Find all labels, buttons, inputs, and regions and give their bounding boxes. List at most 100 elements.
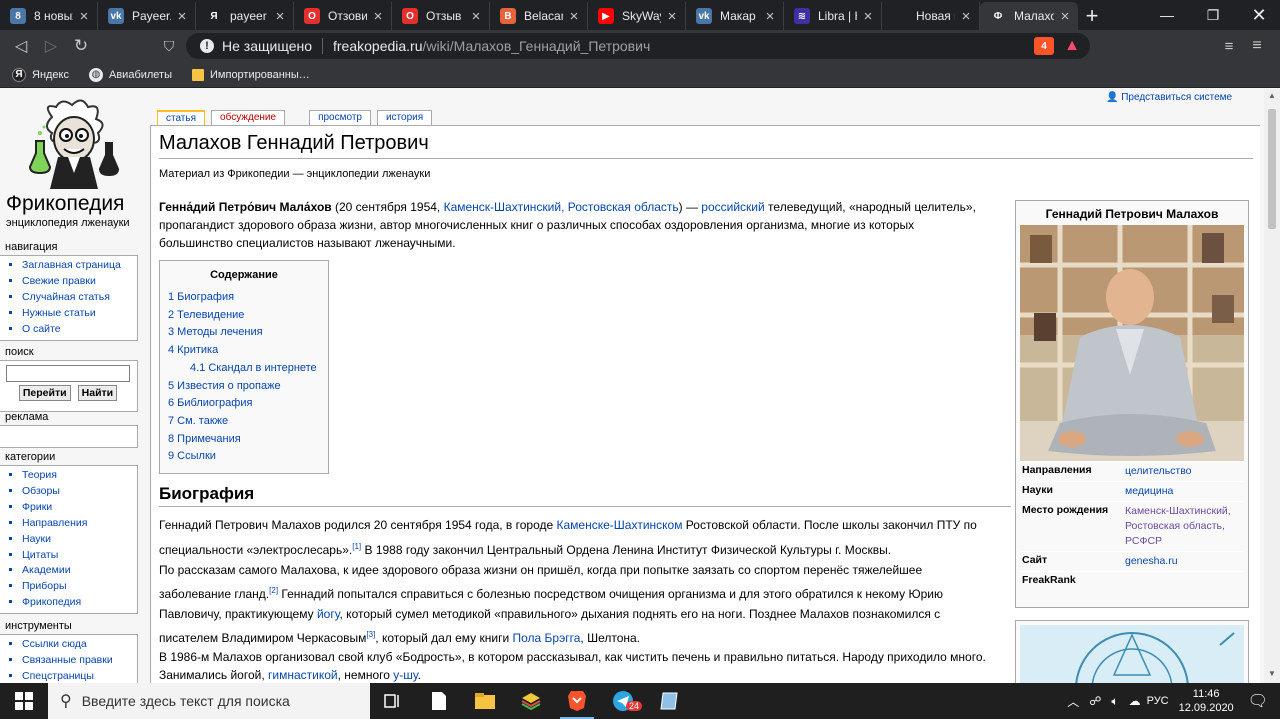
nav-link[interactable]: Случайная статья — [22, 290, 137, 306]
url-host[interactable]: freakopedia.ru — [333, 38, 423, 54]
playlist-icon[interactable]: ≡ — [1218, 35, 1240, 57]
category-link[interactable]: Обзоры — [22, 484, 137, 500]
chevron-up-icon[interactable]: ︿ — [1067, 693, 1079, 710]
not-secure-icon[interactable]: ! — [200, 39, 214, 53]
link-bragg[interactable]: Пола Брэгга — [513, 631, 581, 645]
tab-article[interactable]: статья — [157, 110, 206, 125]
link-birthplace[interactable]: Каменск-Шахтинский, Ростовская область — [444, 200, 679, 214]
close-tab-icon[interactable]: × — [665, 8, 679, 25]
toc-item[interactable]: 9 Ссылки — [168, 448, 320, 466]
tool-link[interactable]: Ссылки сюда — [22, 637, 137, 653]
browser-tab[interactable]: O Отзыв о × — [392, 2, 490, 30]
link-city[interactable]: Каменске-Шахтинском — [557, 518, 683, 532]
nav-link[interactable]: О сайте — [22, 322, 137, 338]
language-indicator[interactable]: РУС — [1147, 695, 1169, 707]
infobox-value[interactable]: целительство — [1123, 462, 1244, 481]
browser-tab[interactable]: vk Payeer.co × — [98, 2, 196, 30]
category-link[interactable]: Приборы — [22, 579, 137, 595]
category-link[interactable]: Теория — [22, 468, 137, 484]
bookmark-imported[interactable]: Импортированны… — [192, 68, 310, 81]
search-input[interactable] — [6, 365, 130, 382]
start-button[interactable] — [0, 683, 48, 719]
scroll-up-icon[interactable]: ▲ — [1268, 91, 1276, 100]
notifications-icon[interactable]: 🗨︎ — [1248, 691, 1268, 711]
toc-item[interactable]: 4.1 Скандал в интернете — [168, 360, 320, 378]
brave-shields-icon[interactable]: 4 — [1034, 37, 1054, 55]
new-tab-icon[interactable]: + — [1078, 2, 1106, 30]
notes-app-icon[interactable] — [646, 683, 692, 719]
bookmark-avia[interactable]: ◍ Авиабилеты — [89, 67, 172, 82]
link-gymnastics[interactable]: гимнастикой — [268, 668, 338, 682]
address-bar[interactable]: ! Не защищено freakopedia.ru/wiki/Малахо… — [186, 33, 1090, 59]
reference-link[interactable]: [3] — [366, 630, 375, 639]
category-link[interactable]: Направления — [22, 516, 137, 532]
toc-item[interactable]: 2 Телевидение — [168, 307, 320, 325]
file-icon[interactable] — [416, 683, 462, 719]
toc-item[interactable]: 1 Биография — [168, 289, 320, 307]
file-explorer-icon[interactable] — [462, 683, 508, 719]
toc-item[interactable]: 3 Методы лечения — [168, 324, 320, 342]
infobox-value[interactable]: Каменск-Шахтинский, Ростовская область, … — [1123, 502, 1244, 551]
infobox-value[interactable]: медицина — [1123, 482, 1244, 501]
category-link[interactable]: Академии — [22, 563, 137, 579]
reload-icon[interactable]: ↻ — [70, 35, 92, 57]
bookmark-yandex[interactable]: Я Яндекс — [12, 67, 69, 82]
network-icon[interactable]: ☍ — [1089, 694, 1101, 708]
forward-icon[interactable]: ▷ — [40, 35, 62, 57]
browser-tab[interactable]: 8 8 новых × — [0, 2, 98, 30]
reference-link[interactable]: [1] — [352, 542, 361, 551]
toc-item[interactable]: 8 Примечания — [168, 431, 320, 449]
clock[interactable]: 11:46 12.09.2020 — [1179, 687, 1234, 715]
browser-tab[interactable]: O Отзовик × — [294, 2, 392, 30]
tab-history[interactable]: история — [376, 110, 433, 125]
find-button[interactable]: Найти — [77, 385, 118, 401]
browser-tab[interactable]: ≋ Libra | Нс × — [784, 2, 882, 30]
close-tab-icon[interactable]: × — [175, 8, 189, 25]
infobox-value[interactable]: genesha.ru — [1123, 552, 1244, 571]
category-link[interactable]: Науки — [22, 532, 137, 548]
browser-tab[interactable]: vk Макар Д × — [686, 2, 784, 30]
back-icon[interactable]: ◁ — [10, 35, 32, 57]
task-view-icon[interactable] — [370, 683, 416, 719]
infobox-secondary-image[interactable] — [1015, 620, 1249, 683]
toc-item[interactable]: 5 Известия о пропаже — [168, 378, 320, 396]
browser-tab[interactable]: ▶ SkyWay (× — [588, 2, 686, 30]
close-tab-icon[interactable]: × — [763, 8, 777, 25]
bluestacks-icon[interactable] — [508, 683, 554, 719]
browser-tab[interactable]: B Belacam × — [490, 2, 588, 30]
close-tab-icon[interactable]: × — [861, 8, 875, 25]
browser-tab[interactable]: Новая вклад × — [882, 2, 980, 30]
taskbar-search[interactable]: ⚲ Введите здесь текст для поиска — [48, 683, 370, 719]
nav-link[interactable]: Нужные статьи — [22, 306, 137, 322]
browser-tab[interactable]: Ф Малахов × — [980, 2, 1078, 30]
brave-rewards-icon[interactable]: ▲ — [1062, 36, 1082, 56]
close-tab-icon[interactable]: × — [469, 8, 483, 25]
category-link[interactable]: Фрикопедия — [22, 595, 137, 611]
tab-view-source[interactable]: просмотр — [309, 110, 371, 125]
security-label[interactable]: Не защищено — [222, 38, 312, 54]
page-scrollbar[interactable]: ▲ ▼ — [1264, 89, 1280, 683]
volume-icon[interactable]: 🔈︎ — [1111, 694, 1118, 709]
category-link[interactable]: Цитаты — [22, 548, 137, 564]
toc-item[interactable]: 7 См. также — [168, 413, 320, 431]
nav-link[interactable]: Заглавная страница — [22, 258, 137, 274]
toc-item[interactable]: 4 Критика — [168, 342, 320, 360]
close-tab-icon[interactable]: × — [371, 8, 385, 25]
tab-discussion[interactable]: обсуждение — [211, 110, 286, 125]
browser-tab[interactable]: Яpayeer – × — [196, 2, 294, 30]
bookmark-icon[interactable]: ⛉ — [158, 35, 180, 57]
url-path[interactable]: /wiki/Малахов_Геннадий_Петрович — [423, 38, 651, 54]
cloud-icon[interactable]: ☁︎ — [1129, 694, 1141, 708]
minimize-icon[interactable]: — — [1144, 0, 1190, 30]
login-link[interactable]: 👤 Представиться системе — [1106, 92, 1232, 103]
site-logo[interactable]: Фрикопедия энциклопедия лженауки — [0, 95, 140, 235]
go-button[interactable]: Перейти — [18, 385, 71, 401]
link-yoga[interactable]: йогу — [317, 607, 340, 621]
tool-link[interactable]: Спецстраницы — [22, 669, 137, 683]
menu-icon[interactable]: ≡ — [1246, 35, 1268, 57]
scroll-down-icon[interactable]: ▼ — [1268, 669, 1276, 678]
maximize-icon[interactable]: ❐ — [1190, 0, 1236, 30]
tool-link[interactable]: Связанные правки — [22, 653, 137, 669]
category-link[interactable]: Фрики — [22, 500, 137, 516]
portrait-photo[interactable] — [1020, 225, 1244, 461]
